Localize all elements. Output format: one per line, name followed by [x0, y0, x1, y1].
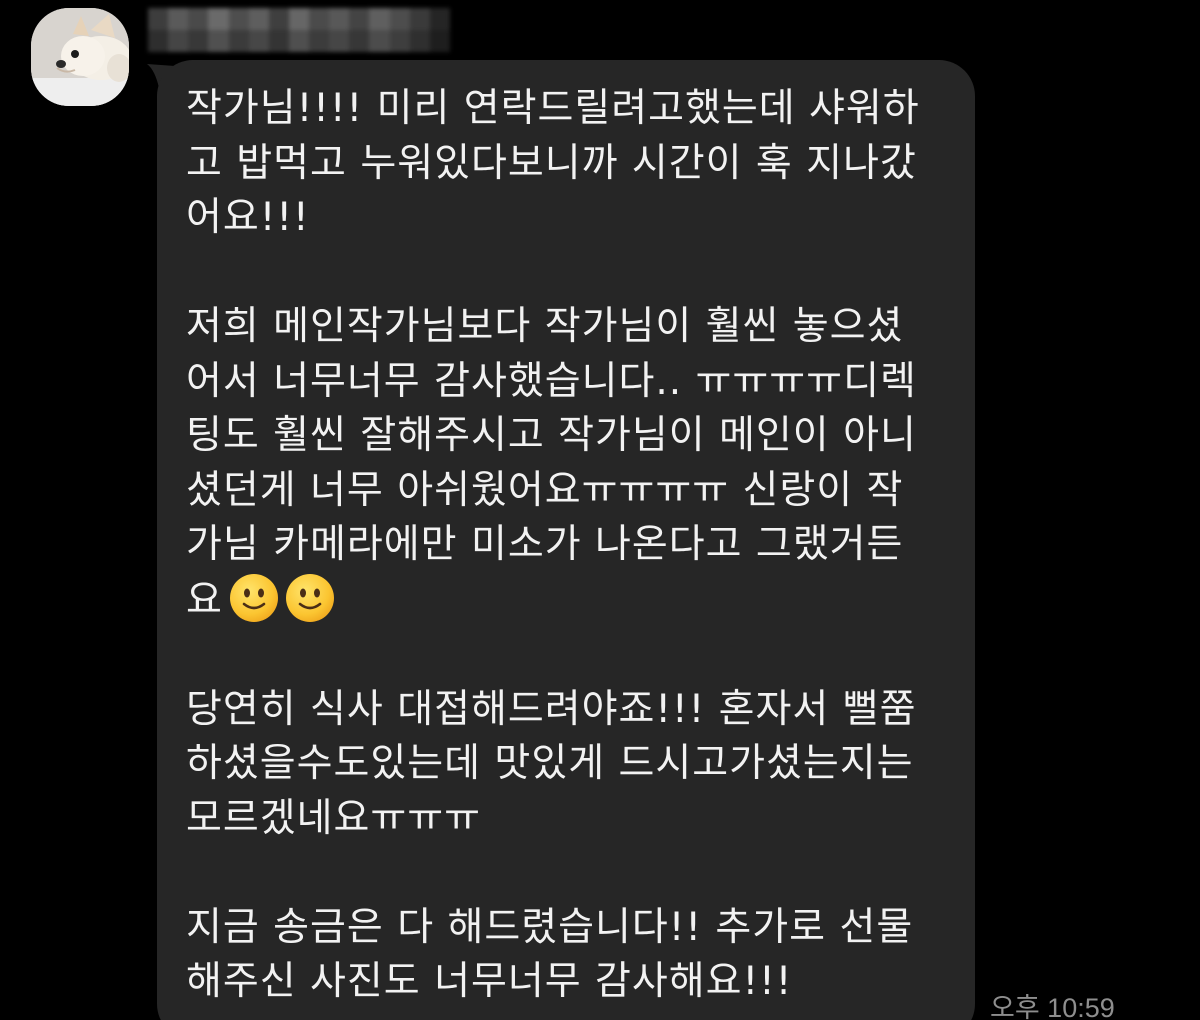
- chihuahua-avatar-icon: [31, 8, 129, 106]
- message-line: 요: [186, 577, 223, 623]
- message-line: 어요!!!: [186, 195, 310, 240]
- chat-screen: 작가님!!!! 미리 연락드릴려고했는데 샤워하 고 밥먹고 누워있다보니까 시…: [0, 0, 1200, 1020]
- message-line: 가님 카메라에만 미소가 나온다고 그랬거든: [186, 522, 904, 567]
- sender-avatar[interactable]: [31, 8, 129, 106]
- message-line: 하셨을수도있는데 맛있게 드시고가셨는지는: [186, 741, 914, 786]
- message-line-with-emoji: 요: [186, 573, 956, 629]
- sender-name-redacted: [148, 8, 450, 52]
- message-line: 모르겠네요ㅠㅠㅠ: [186, 795, 482, 841]
- slightly-smiling-face-emoji-icon: [285, 573, 334, 622]
- slightly-smiling-face-emoji-icon: [229, 573, 278, 622]
- message-line: 해주신 사진도 너무너무 감사해요!!!: [186, 959, 793, 1004]
- message-timestamp: 오후 10:59: [990, 993, 1115, 1020]
- message-line: 지금 송금은 다 해드렸습니다!! 추가로 선물: [186, 904, 914, 950]
- message-line: 당연히 식사 대접해드려야죠!!! 혼자서 뻘쭘: [186, 686, 917, 732]
- message-line: 어서 너무너무 감사했습니다.. ㅠㅠㅠㅠ디렉: [186, 358, 917, 404]
- message-line: 팅도 훨씬 잘해주시고 작가님이 메인이 아니: [186, 413, 917, 458]
- message-line: 저희 메인작가님보다 작가님이 훨씬 놓으셨: [186, 304, 904, 349]
- message-line: 작가님!!!! 미리 연락드릴려고했는데 샤워하: [186, 86, 920, 131]
- message-text[interactable]: 작가님!!!! 미리 연락드릴려고했는데 샤워하 고 밥먹고 누워있다보니까 시…: [186, 82, 956, 1010]
- message-line: 고 밥먹고 누워있다보니까 시간이 훅 지나갔: [186, 140, 917, 186]
- message-line: 셨던게 너무 아쉬웠어요ㅠㅠㅠㅠ 신랑이 작: [186, 467, 904, 513]
